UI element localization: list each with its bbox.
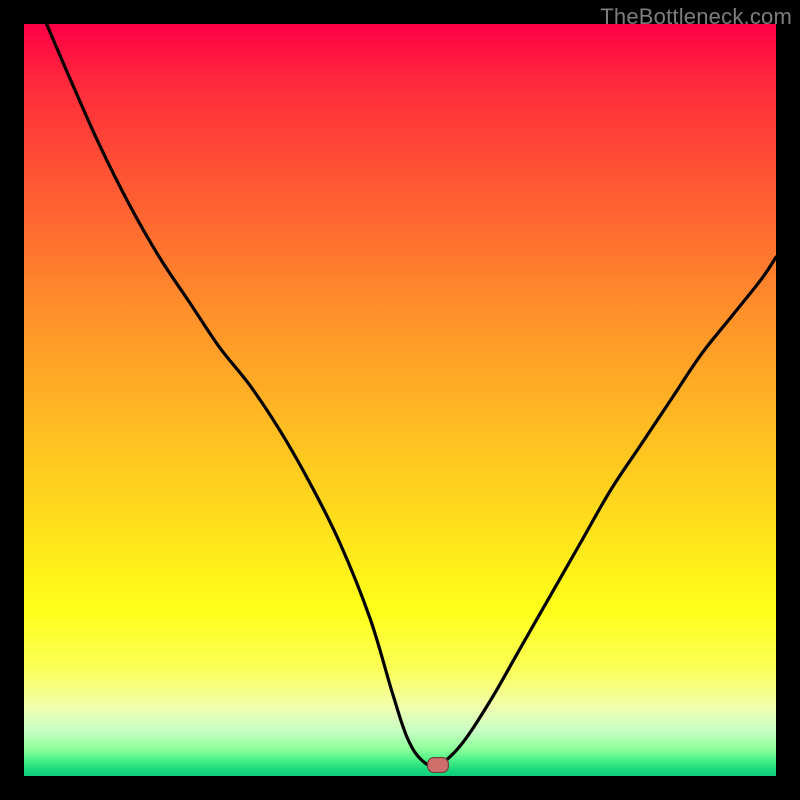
bottleneck-curve — [24, 24, 776, 776]
plot-area — [24, 24, 776, 776]
chart-stage: TheBottleneck.com — [0, 0, 800, 800]
optimal-point-marker — [427, 757, 449, 773]
